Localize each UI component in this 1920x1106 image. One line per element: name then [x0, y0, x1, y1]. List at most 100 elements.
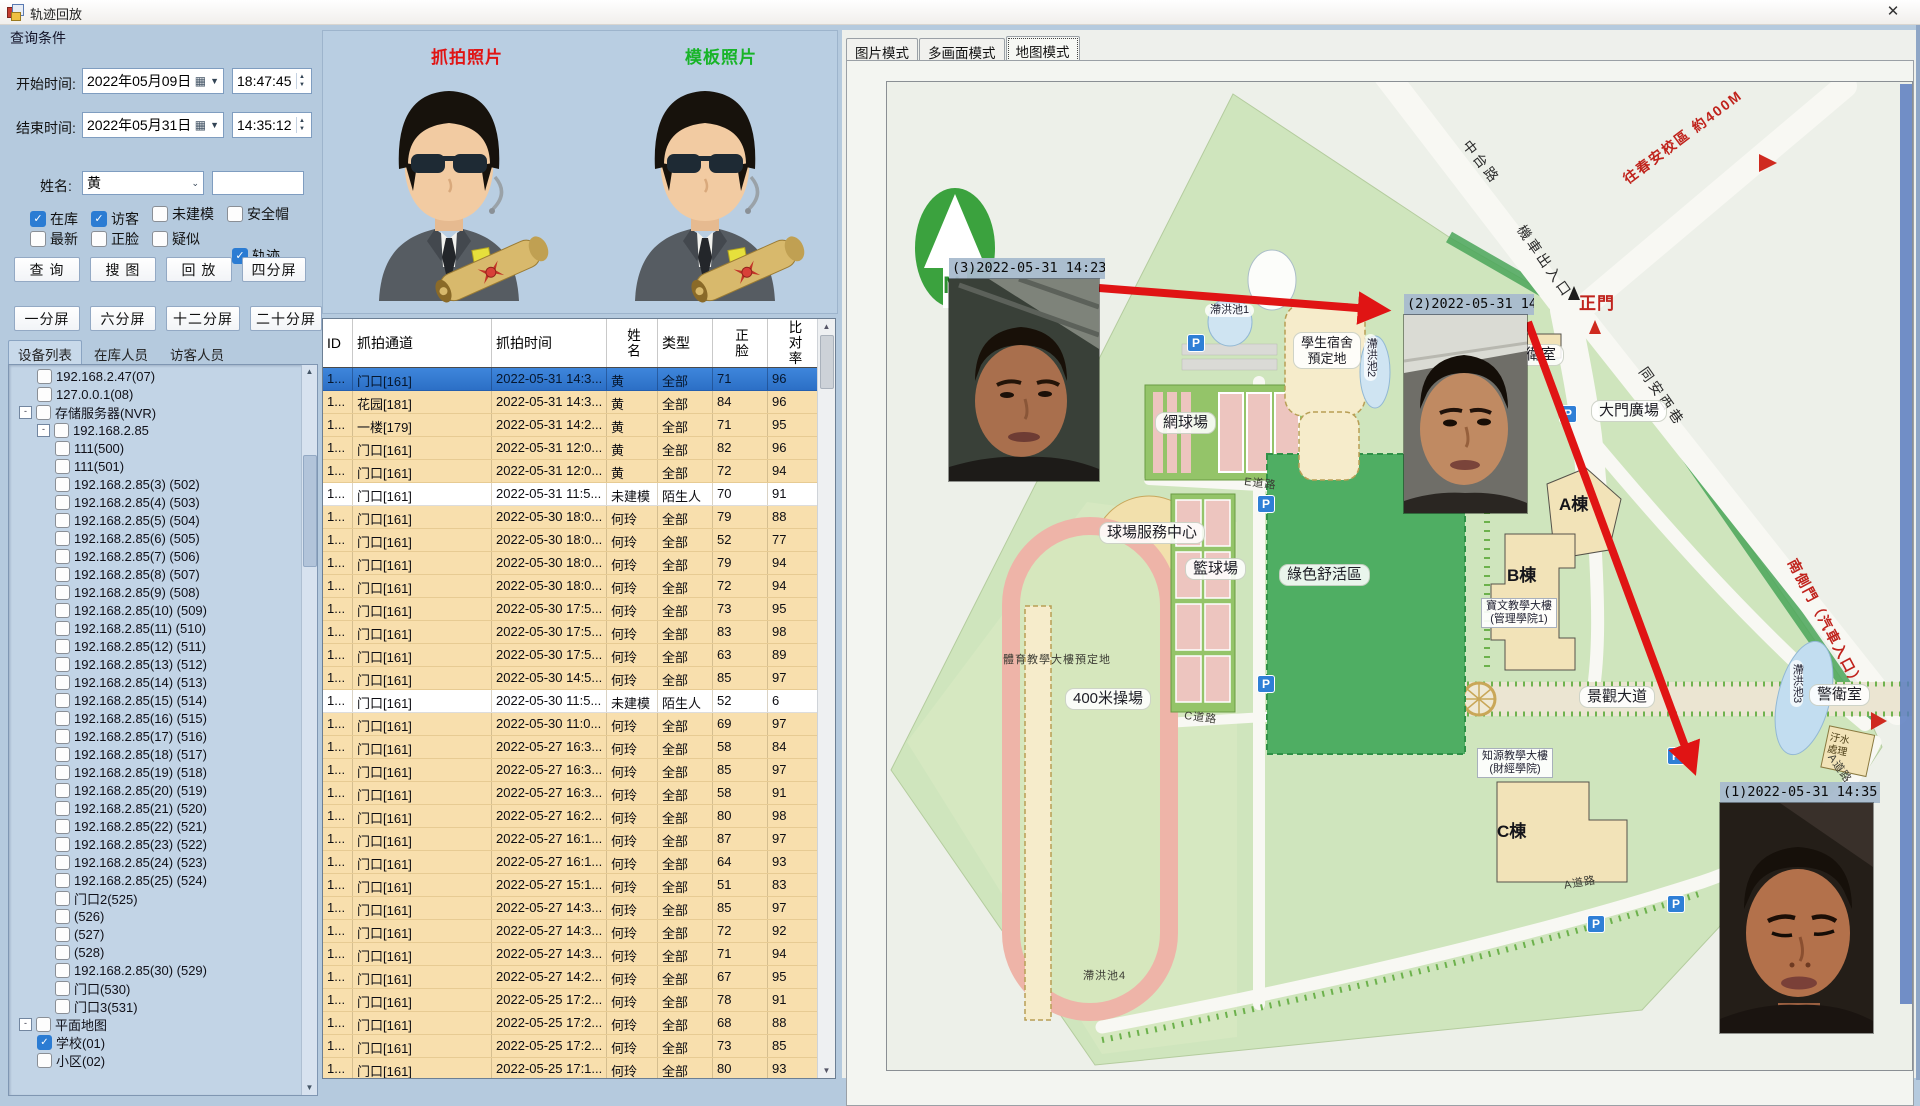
- tree-item[interactable]: 192.168.2.85(6) (505): [11, 529, 301, 547]
- table-row[interactable]: 1...门口[161]2022-05-30 14:5...何玲全部8597: [323, 667, 835, 690]
- end-date-picker[interactable]: 2022年05月31日 ▦▼: [82, 112, 224, 138]
- table-row[interactable]: 1...门口[161]2022-05-30 11:5...未建模陌生人526: [323, 690, 835, 713]
- tree-item[interactable]: (526): [11, 907, 301, 925]
- tree-checkbox[interactable]: [55, 945, 70, 960]
- chevron-down-icon[interactable]: ⌄: [191, 178, 199, 189]
- tree-checkbox[interactable]: [37, 1053, 52, 1068]
- table-row[interactable]: 1...门口[161]2022-05-27 14:3...何玲全部8597: [323, 897, 835, 920]
- table-scrollbar[interactable]: ▲ ▼: [817, 319, 835, 1078]
- checkbox-疑似[interactable]: 疑似: [152, 229, 200, 249]
- tree-item[interactable]: 192.168.2.47(07): [11, 367, 301, 385]
- table-row[interactable]: 1...门口[161]2022-05-30 17:5...何玲全部6389: [323, 644, 835, 667]
- tree-expander-icon[interactable]: -: [19, 406, 32, 419]
- tree-checkbox[interactable]: [55, 567, 70, 582]
- table-row[interactable]: 1...门口[161]2022-05-27 15:1...何玲全部5183: [323, 874, 835, 897]
- tree-checkbox[interactable]: [55, 873, 70, 888]
- start-date-picker[interactable]: 2022年05月09日 ▦▼: [82, 68, 224, 94]
- button-回放[interactable]: 回 放: [166, 257, 232, 282]
- button-查询[interactable]: 查 询: [14, 257, 80, 282]
- button-一分屏[interactable]: 一分屏: [14, 306, 80, 331]
- tree-item[interactable]: 门口(530): [11, 979, 301, 997]
- tree-item[interactable]: 192.168.2.85(23) (522): [11, 835, 301, 853]
- tree-item[interactable]: 门口2(525): [11, 889, 301, 907]
- tree-item[interactable]: 门口3(531): [11, 997, 301, 1015]
- table-row[interactable]: 1...门口[161]2022-05-31 11:5...未建模陌生人7091: [323, 483, 835, 506]
- tree-item[interactable]: 127.0.0.1(08): [11, 385, 301, 403]
- table-row[interactable]: 1...门口[161]2022-05-27 16:1...何玲全部8797: [323, 828, 835, 851]
- tree-checkbox[interactable]: [55, 693, 70, 708]
- checkbox-在库[interactable]: ✓在库: [30, 209, 78, 229]
- tree-expander-icon[interactable]: -: [37, 424, 50, 437]
- tree-item[interactable]: 192.168.2.85(8) (507): [11, 565, 301, 583]
- calendar-icon[interactable]: ▦: [195, 118, 206, 132]
- tree-item[interactable]: 192.168.2.85(9) (508): [11, 583, 301, 601]
- tree-expander-icon[interactable]: -: [19, 1018, 32, 1031]
- scrollbar-thumb[interactable]: [303, 455, 317, 567]
- tree-item[interactable]: -平面地图: [11, 1015, 301, 1033]
- checkbox-最新[interactable]: 最新: [30, 229, 78, 249]
- scrollbar-thumb[interactable]: [820, 335, 834, 389]
- button-十二分屏[interactable]: 十二分屏: [166, 306, 240, 331]
- table-row[interactable]: 1...门口[161]2022-05-30 18:0...何玲全部7294: [323, 575, 835, 598]
- tree-checkbox[interactable]: [55, 477, 70, 492]
- scroll-down-icon[interactable]: ▼: [302, 1081, 317, 1095]
- tree-checkbox[interactable]: [55, 729, 70, 744]
- tree-item[interactable]: 192.168.2.85(11) (510): [11, 619, 301, 637]
- tree-checkbox[interactable]: [55, 909, 70, 924]
- tree-item[interactable]: 192.168.2.85(21) (520): [11, 799, 301, 817]
- table-row[interactable]: 1...门口[161]2022-05-27 16:2...何玲全部8098: [323, 805, 835, 828]
- table-row[interactable]: 1...一楼[179]2022-05-31 14:2...黄全部7195: [323, 414, 835, 437]
- table-row[interactable]: 1...门口[161]2022-05-25 17:2...何玲全部6888: [323, 1012, 835, 1035]
- campus-map[interactable]: 中台路機車出入口往春安校區 約400M正門同安西巷大門廣場警衛室滯洪池1滯洪池2…: [886, 81, 1913, 1071]
- name-combobox[interactable]: 黄 ⌄: [82, 171, 204, 195]
- tree-item[interactable]: 111(501): [11, 457, 301, 475]
- table-row[interactable]: 1...门口[161]2022-05-30 18:0...何玲全部5277: [323, 529, 835, 552]
- tree-checkbox[interactable]: [55, 801, 70, 816]
- spinner-arrows-icon[interactable]: ▲▼: [296, 73, 307, 89]
- tree-checkbox[interactable]: [55, 855, 70, 870]
- table-row[interactable]: 1...门口[161]2022-05-30 11:0...何玲全部6997: [323, 713, 835, 736]
- tree-item[interactable]: 192.168.2.85(30) (529): [11, 961, 301, 979]
- checkbox-安全帽[interactable]: 安全帽: [227, 204, 289, 224]
- table-row[interactable]: 1...花园[181]2022-05-31 14:3...黄全部8496: [323, 391, 835, 414]
- table-row[interactable]: 1...门口[161]2022-05-27 14:2...何玲全部6795: [323, 966, 835, 989]
- close-icon[interactable]: ✕: [1880, 2, 1906, 22]
- table-row[interactable]: 1...门口[161]2022-05-30 18:0...何玲全部7994: [323, 552, 835, 575]
- tree-item[interactable]: -存储服务器(NVR): [11, 403, 301, 421]
- tree-checkbox[interactable]: [55, 639, 70, 654]
- spinner-arrows-icon[interactable]: ▲▼: [296, 117, 307, 133]
- tree-item[interactable]: ✓学校(01): [11, 1033, 301, 1051]
- tree-item[interactable]: 小区(02): [11, 1051, 301, 1069]
- tree-item[interactable]: 192.168.2.85(14) (513): [11, 673, 301, 691]
- tree-item[interactable]: 192.168.2.85(10) (509): [11, 601, 301, 619]
- table-row[interactable]: 1...门口[161]2022-05-27 14:3...何玲全部7292: [323, 920, 835, 943]
- tree-item[interactable]: 192.168.2.85(25) (524): [11, 871, 301, 889]
- checkbox-正脸[interactable]: 正脸: [91, 229, 139, 249]
- end-time-spinner[interactable]: 14:35:12 ▲▼: [232, 112, 312, 138]
- tree-checkbox[interactable]: [55, 603, 70, 618]
- tree-checkbox[interactable]: [55, 765, 70, 780]
- tab-在库人员[interactable]: 在库人员: [84, 340, 158, 364]
- tree-checkbox[interactable]: [55, 495, 70, 510]
- tree-checkbox[interactable]: [55, 891, 70, 906]
- tree-checkbox[interactable]: [55, 981, 70, 996]
- table-row[interactable]: 1...门口[161]2022-05-30 17:5...何玲全部8398: [323, 621, 835, 644]
- tree-item[interactable]: (527): [11, 925, 301, 943]
- table-row[interactable]: 1...门口[161]2022-05-25 17:1...何玲全部8093: [323, 1058, 835, 1079]
- table-row[interactable]: 1...门口[161]2022-05-27 16:3...何玲全部5891: [323, 782, 835, 805]
- button-四分屏[interactable]: 四分屏: [242, 257, 306, 282]
- tree-checkbox[interactable]: [55, 927, 70, 942]
- tree-item[interactable]: 111(500): [11, 439, 301, 457]
- tree-checkbox[interactable]: [36, 405, 51, 420]
- table-row[interactable]: 1...门口[161]2022-05-30 17:5...何玲全部7395: [323, 598, 835, 621]
- tree-checkbox[interactable]: [55, 819, 70, 834]
- tree-item[interactable]: 192.168.2.85(7) (506): [11, 547, 301, 565]
- table-row[interactable]: 1...门口[161]2022-05-27 16:1...何玲全部6493: [323, 851, 835, 874]
- table-row[interactable]: 1...门口[161]2022-05-31 14:3...黄全部7196: [323, 368, 835, 391]
- checkbox-访客[interactable]: ✓访客: [91, 209, 139, 229]
- tree-checkbox[interactable]: [55, 441, 70, 456]
- chevron-down-icon[interactable]: ▼: [210, 120, 219, 130]
- tree-item[interactable]: 192.168.2.85(4) (503): [11, 493, 301, 511]
- calendar-icon[interactable]: ▦: [195, 74, 206, 88]
- tree-item[interactable]: 192.168.2.85(13) (512): [11, 655, 301, 673]
